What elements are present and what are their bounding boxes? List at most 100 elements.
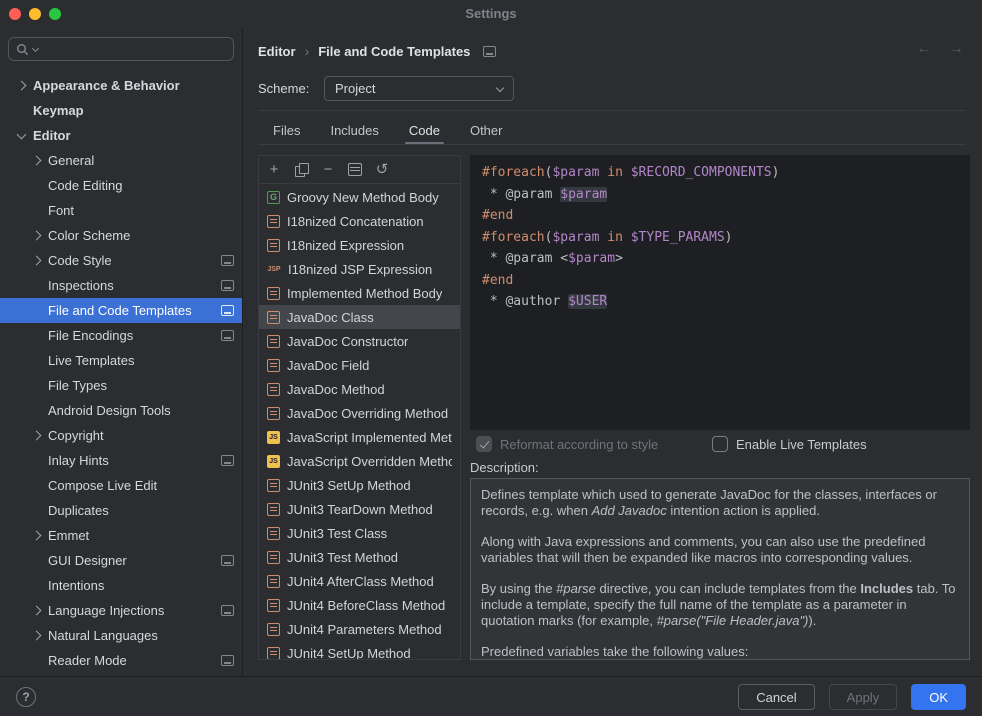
chevron-right-icon[interactable] xyxy=(32,431,42,441)
tab-code[interactable]: Code xyxy=(394,118,455,144)
chevron-right-icon[interactable] xyxy=(32,531,42,541)
chevron-right-icon[interactable] xyxy=(32,631,42,641)
help-button[interactable]: ? xyxy=(16,687,36,707)
template-item-javadoc-constructor[interactable]: JavaDoc Constructor xyxy=(259,329,460,353)
template-item-groovy-new-method-body[interactable]: GGroovy New Method Body xyxy=(259,185,460,209)
sidebar-item-intentions[interactable]: Intentions xyxy=(0,573,242,598)
sidebar-item-language-injections[interactable]: Language Injections xyxy=(0,598,242,623)
sidebar-item-label: File Types xyxy=(48,378,234,393)
divider xyxy=(258,110,966,111)
tab-includes[interactable]: Includes xyxy=(315,118,393,144)
template-item-label: JUnit3 SetUp Method xyxy=(287,478,411,493)
chevron-right-icon[interactable] xyxy=(32,231,42,241)
template-item-javadoc-class[interactable]: JavaDoc Class xyxy=(259,305,460,329)
sidebar-item-file-and-code-templates[interactable]: File and Code Templates xyxy=(0,298,242,323)
template-item-i18nized-jsp-expression[interactable]: JSPI18nized JSP Expression xyxy=(259,257,460,281)
remove-template-icon[interactable]: − xyxy=(321,163,335,177)
sidebar-item-compose-live-edit[interactable]: Compose Live Edit xyxy=(0,473,242,498)
template-item-junit3-test-method[interactable]: JUnit3 Test Method xyxy=(259,545,460,569)
template-item-i18nized-concatenation[interactable]: I18nized Concatenation xyxy=(259,209,460,233)
sidebar-item-code-editing[interactable]: Code Editing xyxy=(0,173,242,198)
template-item-label: JavaScript Overridden Metho xyxy=(287,454,452,469)
sidebar-item-label: Natural Languages xyxy=(48,628,234,643)
chevron-right-icon[interactable] xyxy=(32,256,42,266)
template-item-junit4-setup-method[interactable]: JUnit4 SetUp Method xyxy=(259,641,460,659)
breadcrumb-item-file-and-code-templates: File and Code Templates xyxy=(318,44,470,59)
cancel-button[interactable]: Cancel xyxy=(738,684,814,710)
sidebar-item-android-design-tools[interactable]: Android Design Tools xyxy=(0,398,242,423)
apply-button[interactable]: Apply xyxy=(829,684,898,710)
sidebar-item-label: Duplicates xyxy=(48,503,234,518)
search-history-chevron-icon[interactable] xyxy=(32,44,39,51)
template-item-label: JavaDoc Constructor xyxy=(287,334,408,349)
reformat-label: Reformat according to style xyxy=(500,437,658,452)
template-item-label: I18nized Concatenation xyxy=(287,214,424,229)
template-tabs: FilesIncludesCodeOther xyxy=(258,118,517,144)
chevron-down-icon[interactable] xyxy=(17,129,27,139)
chevron-right-icon[interactable] xyxy=(32,606,42,616)
template-item-javadoc-field[interactable]: JavaDoc Field xyxy=(259,353,460,377)
chevron-right-icon[interactable] xyxy=(17,81,27,91)
duplicate-template-icon[interactable] xyxy=(348,163,362,176)
sidebar-item-inspections[interactable]: Inspections xyxy=(0,273,242,298)
sidebar-item-duplicates[interactable]: Duplicates xyxy=(0,498,242,523)
template-item-junit4-beforeclass-method[interactable]: JUnit4 BeforeClass Method xyxy=(259,593,460,617)
sidebar-item-natural-languages[interactable]: Natural Languages xyxy=(0,623,242,648)
sidebar-item-inlay-hints[interactable]: Inlay Hints xyxy=(0,448,242,473)
template-item-junit3-test-class[interactable]: JUnit3 Test Class xyxy=(259,521,460,545)
template-icon xyxy=(267,479,280,492)
sidebar-item-copyright[interactable]: Copyright xyxy=(0,423,242,448)
sidebar-item-appearance-behavior[interactable]: Appearance & Behavior xyxy=(0,73,242,98)
forward-arrow-icon[interactable]: → xyxy=(948,40,964,58)
template-item-javascript-implemented-met[interactable]: JSJavaScript Implemented Met xyxy=(259,425,460,449)
template-item-javascript-overridden-metho[interactable]: JSJavaScript Overridden Metho xyxy=(259,449,460,473)
reset-template-icon[interactable]: ↺ xyxy=(375,163,389,177)
sidebar-item-emmet[interactable]: Emmet xyxy=(0,523,242,548)
template-item-junit4-afterclass-method[interactable]: JUnit4 AfterClass Method xyxy=(259,569,460,593)
template-item-label: JUnit4 BeforeClass Method xyxy=(287,598,445,613)
sidebar-item-label: Reader Mode xyxy=(48,653,221,668)
sidebar-item-keymap[interactable]: Keymap xyxy=(0,98,242,123)
template-item-implemented-method-body[interactable]: Implemented Method Body xyxy=(259,281,460,305)
template-item-javadoc-overriding-method[interactable]: JavaDoc Overriding Method xyxy=(259,401,460,425)
settings-search-field[interactable] xyxy=(8,37,234,61)
add-template-icon[interactable]: + xyxy=(267,163,281,177)
sidebar-item-file-types[interactable]: File Types xyxy=(0,373,242,398)
sidebar-item-font[interactable]: Font xyxy=(0,198,242,223)
search-icon xyxy=(16,43,29,56)
sidebar-item-general[interactable]: General xyxy=(0,148,242,173)
reformat-checkbox xyxy=(476,436,492,452)
template-item-junit3-setup-method[interactable]: JUnit3 SetUp Method xyxy=(259,473,460,497)
template-item-label: JavaDoc Method xyxy=(287,382,385,397)
breadcrumb-item-editor[interactable]: Editor xyxy=(258,44,296,59)
sidebar-item-file-encodings[interactable]: File Encodings xyxy=(0,323,242,348)
sidebar-item-code-style[interactable]: Code Style xyxy=(0,248,242,273)
template-item-junit4-parameters-method[interactable]: JUnit4 Parameters Method xyxy=(259,617,460,641)
template-item-junit3-teardown-method[interactable]: JUnit3 TearDown Method xyxy=(259,497,460,521)
tab-other[interactable]: Other xyxy=(455,118,518,144)
sidebar-item-color-scheme[interactable]: Color Scheme xyxy=(0,223,242,248)
reformat-option[interactable]: Reformat according to style xyxy=(476,436,658,452)
sidebar-item-editor[interactable]: Editor xyxy=(0,123,242,148)
ok-button[interactable]: OK xyxy=(911,684,966,710)
live-templates-option[interactable]: Enable Live Templates xyxy=(712,436,867,452)
footer-bar: ? Cancel Apply OK xyxy=(0,676,982,716)
sidebar-item-label: Emmet xyxy=(48,528,234,543)
template-item-label: I18nized JSP Expression xyxy=(288,262,432,277)
scheme-dropdown[interactable]: Project xyxy=(324,76,514,101)
sidebar-item-reader-mode[interactable]: Reader Mode xyxy=(0,648,242,673)
template-editor[interactable]: #foreach($param in $RECORD_COMPONENTS) *… xyxy=(470,155,970,430)
back-arrow-icon[interactable]: ← xyxy=(916,40,932,58)
editor-settings-icon xyxy=(221,555,234,566)
sidebar-item-gui-designer[interactable]: GUI Designer xyxy=(0,548,242,573)
template-item-i18nized-expression[interactable]: I18nized Expression xyxy=(259,233,460,257)
live-templates-checkbox[interactable] xyxy=(712,436,728,452)
search-input[interactable] xyxy=(42,42,226,57)
description-paragraph: By using the #parse directive, you can i… xyxy=(481,581,959,629)
tab-files[interactable]: Files xyxy=(258,118,315,144)
tabs-divider xyxy=(258,144,966,145)
copy-template-icon[interactable] xyxy=(294,163,308,177)
sidebar-item-live-templates[interactable]: Live Templates xyxy=(0,348,242,373)
template-item-javadoc-method[interactable]: JavaDoc Method xyxy=(259,377,460,401)
chevron-right-icon[interactable] xyxy=(32,156,42,166)
